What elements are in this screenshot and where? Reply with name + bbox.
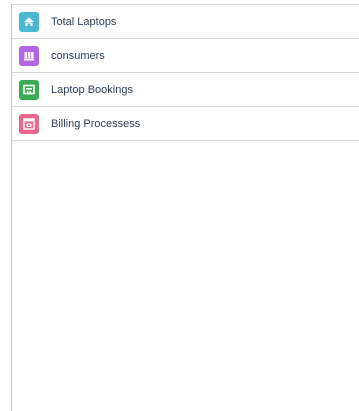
nav-item-label: Total Laptops	[51, 15, 117, 28]
nav-item-total-laptops[interactable]: Total Laptops	[12, 5, 359, 39]
nav-item-consumers[interactable]: consumers	[12, 39, 359, 73]
nav-item-label: consumers	[51, 49, 105, 62]
navigation-panel: Total Laptops consumers Laptop Bookings …	[11, 4, 359, 411]
people-icon	[19, 45, 39, 66]
nav-list: Total Laptops consumers Laptop Bookings …	[12, 5, 359, 141]
billing-icon	[19, 113, 39, 134]
nav-item-billing-processess[interactable]: Billing Processess	[12, 107, 359, 141]
laptop-icon	[19, 11, 39, 32]
nav-item-laptop-bookings[interactable]: Laptop Bookings	[12, 73, 359, 107]
nav-item-label: Billing Processess	[51, 117, 141, 130]
booking-icon	[19, 79, 39, 100]
nav-item-label: Laptop Bookings	[51, 83, 133, 96]
